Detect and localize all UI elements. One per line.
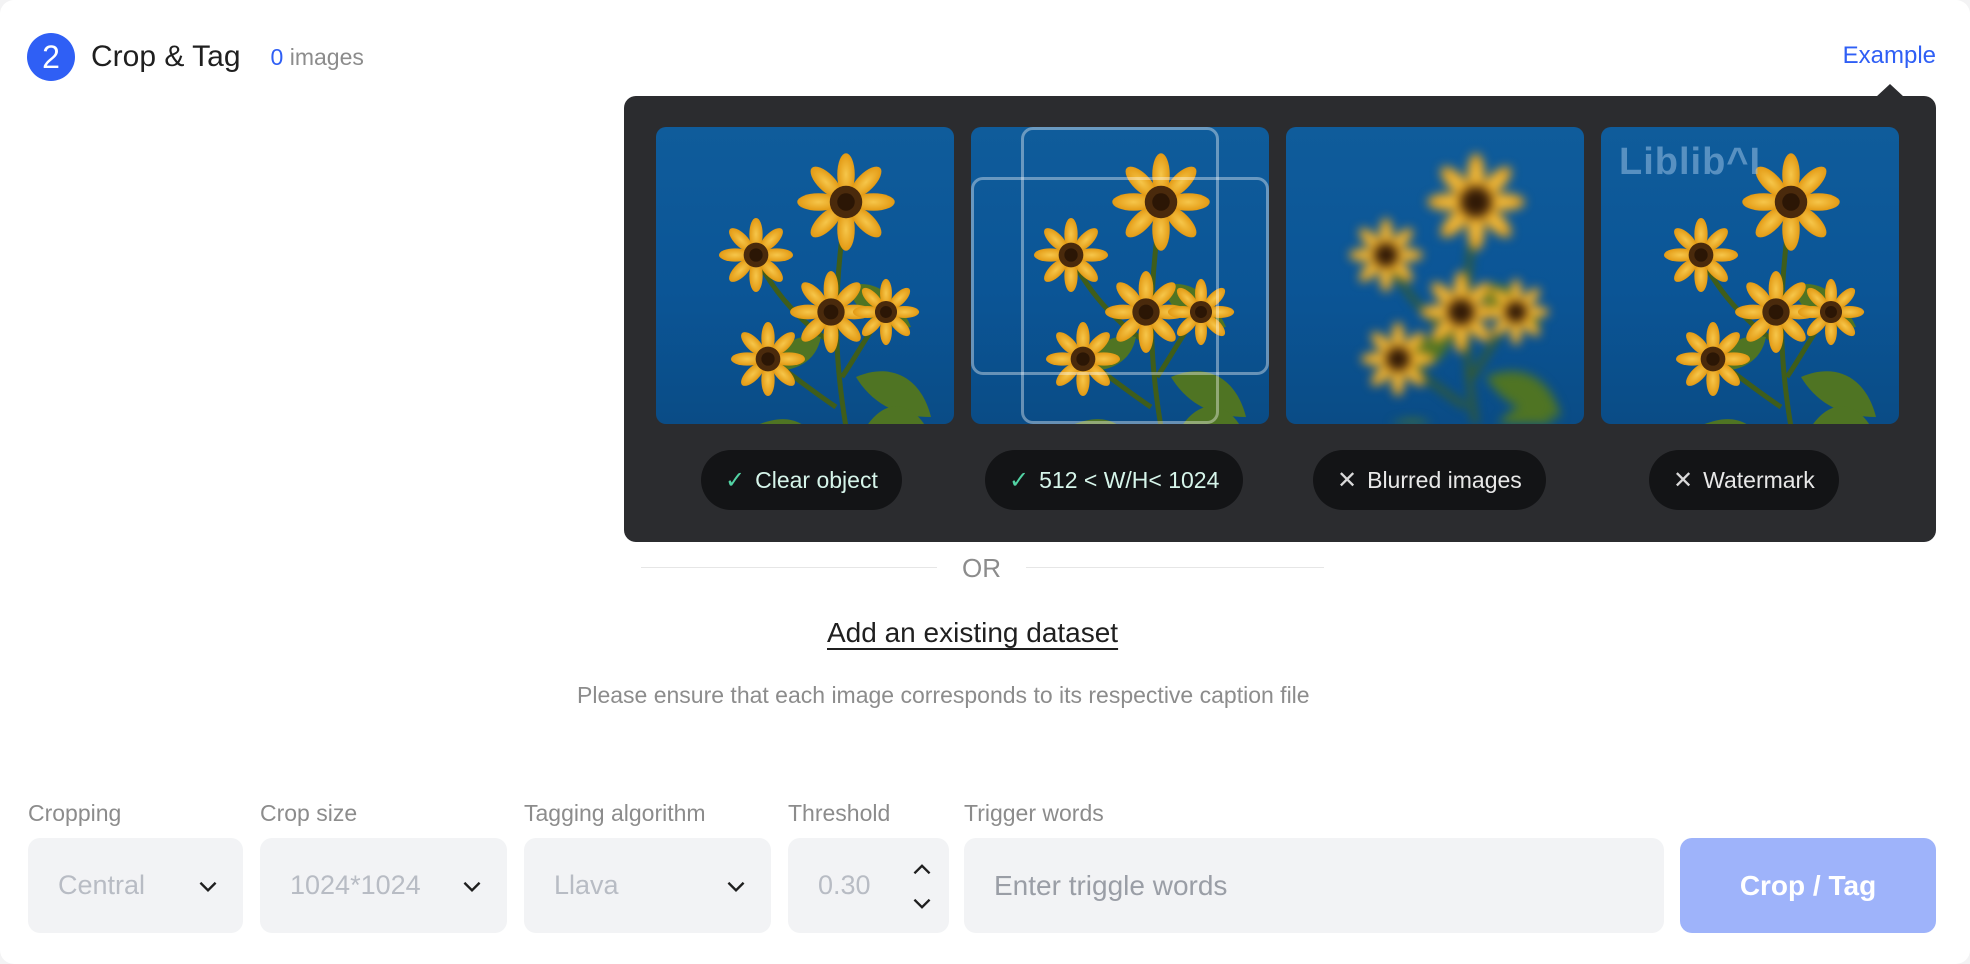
example-chip-size: ✓ 512 < W/H< 1024	[985, 450, 1244, 510]
chevron-down-icon	[199, 881, 217, 893]
example-popover: Liblib^I ✓ Clear object ✓ 512 < W/H< 102…	[624, 96, 1936, 542]
step-number-badge: 2	[27, 33, 75, 81]
trigger-words-input[interactable]	[994, 869, 1634, 902]
cropping-value: Central	[58, 870, 146, 900]
tagging-select[interactable]: Llava	[524, 838, 771, 933]
crop-size-value: 1024*1024	[290, 870, 421, 900]
sunflower-image	[656, 127, 954, 424]
check-icon: ✓	[1009, 466, 1030, 494]
crop-size-select[interactable]: 1024*1024	[260, 838, 507, 933]
check-icon: ✓	[725, 466, 746, 494]
image-count: 0 images	[271, 44, 364, 71]
example-chip-clear: ✓ Clear object	[701, 450, 902, 510]
cropping-label: Cropping	[28, 800, 122, 826]
watermark-overlay: Liblib^I	[1619, 141, 1762, 183]
or-divider-text: OR	[962, 553, 1001, 583]
chevron-down-icon[interactable]	[909, 893, 935, 915]
example-image-clear	[656, 127, 954, 424]
divider-right	[1026, 567, 1324, 568]
divider-left	[641, 567, 937, 568]
example-chip-watermark: ✕ Watermark	[1649, 450, 1839, 510]
cropping-select[interactable]: Central	[28, 838, 243, 933]
chevron-down-icon	[727, 881, 745, 893]
example-chip-blurred: ✕ Blurred images	[1313, 450, 1546, 510]
tagging-label: Tagging algorithm	[524, 800, 706, 826]
add-dataset-link[interactable]: Add an existing dataset	[827, 617, 1118, 649]
section-title: Crop & Tag	[91, 40, 241, 73]
example-image-size	[971, 127, 1269, 424]
example-chip-label: Blurred images	[1367, 466, 1522, 493]
image-count-value: 0	[270, 43, 284, 70]
example-chip-label: Watermark	[1703, 466, 1815, 493]
crop-tag-card: 2 Crop & Tag 0 images Example Liblib^I ✓…	[0, 0, 1970, 964]
chevron-up-icon[interactable]	[909, 858, 935, 880]
example-chip-label: Clear object	[755, 466, 878, 493]
example-image-blurred	[1286, 127, 1584, 424]
example-link[interactable]: Example	[1843, 42, 1936, 70]
section-header: 2 Crop & Tag 0 images	[27, 32, 364, 82]
image-count-suffix: images	[289, 43, 364, 70]
example-chip-label: 512 < W/H< 1024	[1039, 466, 1220, 493]
tagging-value: Llava	[554, 870, 619, 900]
example-image-watermark: Liblib^I	[1601, 127, 1899, 424]
crop-tag-button[interactable]: Crop / Tag	[1680, 838, 1936, 933]
close-icon: ✕	[1673, 466, 1694, 494]
threshold-stepper[interactable]: 0.30	[788, 838, 949, 933]
crop-size-label: Crop size	[260, 800, 358, 826]
sunflower-image	[1286, 127, 1584, 424]
caption-hint: Please ensure that each image correspond…	[577, 682, 1310, 708]
chevron-down-icon	[463, 881, 481, 893]
threshold-value: 0.30	[818, 870, 871, 900]
threshold-label: Threshold	[788, 800, 891, 826]
crop-frame-landscape	[971, 177, 1269, 375]
trigger-words-label: Trigger words	[964, 800, 1104, 826]
close-icon: ✕	[1337, 466, 1358, 494]
trigger-words-field[interactable]	[964, 838, 1664, 933]
